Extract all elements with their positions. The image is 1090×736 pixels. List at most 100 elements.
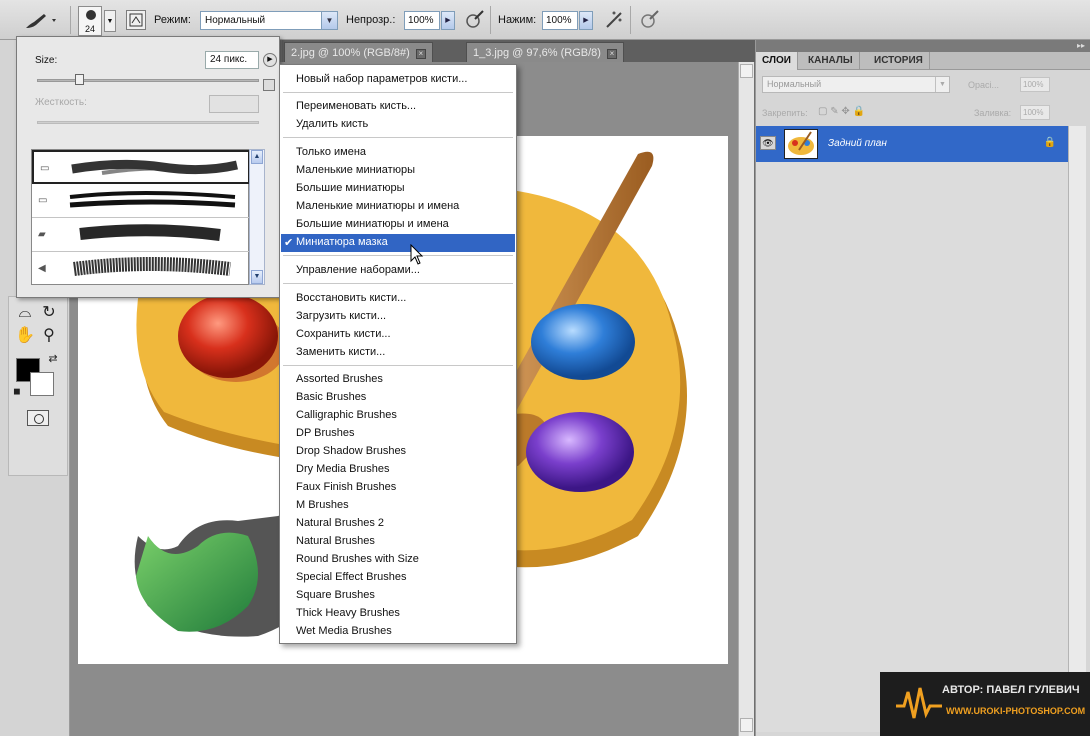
flow-input[interactable]: 100% (542, 11, 578, 30)
menu-item-small-list[interactable]: Маленькие миниатюры и имена (296, 200, 459, 212)
layer-blend-mode-select[interactable]: Нормальный ▼ (762, 76, 950, 93)
close-icon[interactable]: × (415, 49, 426, 59)
blend-mode-select[interactable]: Нормальный ▼ (200, 11, 338, 30)
separator (70, 6, 71, 34)
brush-stroke-thumbnail (69, 191, 236, 208)
menu-item-rename-brush[interactable]: Переименовать кисть... (296, 100, 416, 112)
tab-history[interactable]: ИСТОРИЯ (868, 52, 930, 70)
scroll-up-button[interactable]: ▲ (251, 150, 263, 164)
menu-item-text-only[interactable]: Только имена (296, 146, 366, 158)
menu-item-brush-set[interactable]: Dry Media Brushes (296, 463, 390, 475)
lock-icons[interactable]: ▢ ✎ ✥ 🔒 (818, 106, 865, 117)
toggle-brush-panel-button[interactable] (126, 10, 146, 30)
opacity-input[interactable]: 100% (404, 11, 440, 30)
menu-item-large-list[interactable]: Большие миниатюры и имена (296, 218, 449, 230)
menu-item-brush-set[interactable]: Natural Brushes 2 (296, 517, 384, 529)
brush-preset-item[interactable]: ▰ (32, 218, 250, 252)
hardness-slider-track[interactable] (37, 121, 259, 124)
new-preset-icon[interactable] (263, 79, 275, 91)
doc-tab-2[interactable]: 1_3.jpg @ 97,6% (RGB/8) × (466, 42, 624, 62)
default-colors-icon[interactable]: ◼ (6, 380, 28, 402)
separator (490, 6, 491, 34)
menu-item-brush-set[interactable]: Calligraphic Brushes (296, 409, 397, 421)
brush-preset-item[interactable]: ◀ (32, 252, 250, 286)
swap-colors-icon[interactable]: ⇄ (42, 348, 64, 370)
pressure-opacity-button[interactable] (463, 9, 485, 31)
menu-item-load-brushes[interactable]: Загрузить кисти... (296, 310, 386, 322)
menu-item-brush-set[interactable]: Round Brushes with Size (296, 553, 419, 565)
scroll-up-button[interactable] (740, 64, 753, 78)
lasso-tool-icon[interactable]: ⌓ (14, 302, 36, 324)
brush-picker-dropdown-button[interactable]: ▼ (104, 10, 116, 32)
menu-item-brush-set[interactable]: Wet Media Brushes (296, 625, 392, 637)
zoom-tool-icon[interactable]: ⚲ (38, 325, 60, 347)
separator (630, 6, 631, 34)
watermark-author: АВТОР: ПАВЕЛ ГУЛЕВИЧ (942, 684, 1080, 696)
tool-preset-picker[interactable] (20, 10, 60, 32)
menu-item-brush-set[interactable]: Assorted Brushes (296, 373, 383, 385)
menu-item-brush-set[interactable]: M Brushes (296, 499, 349, 511)
menu-item-save-brushes[interactable]: Сохранить кисти... (296, 328, 391, 340)
menu-item-brush-set[interactable]: Drop Shadow Brushes (296, 445, 406, 457)
close-icon[interactable]: × (606, 49, 617, 59)
layer-row-background[interactable]: 👁 Задний план 🔒 (756, 126, 1068, 162)
fill-input[interactable]: 100% (1020, 105, 1050, 120)
blend-mode-value: Нормальный (205, 15, 266, 26)
menu-item-brush-set[interactable]: Faux Finish Brushes (296, 481, 396, 493)
menu-item-brush-set[interactable]: Square Brushes (296, 589, 375, 601)
tab-layers[interactable]: СЛОИ (756, 52, 798, 70)
scroll-down-button[interactable]: ▼ (251, 270, 263, 284)
brush-preset-thumbnail[interactable]: 24 (78, 6, 102, 36)
menu-item-delete-brush[interactable]: Удалить кисть (296, 118, 368, 130)
chevron-down-icon: ▼ (935, 77, 949, 92)
menu-item-new-brush-preset[interactable]: Новый набор параметров кисти... (296, 73, 467, 85)
menu-separator (283, 92, 513, 93)
quick-mask-button[interactable] (27, 410, 49, 426)
brush-list-scrollbar[interactable]: ▲ ▼ (249, 149, 265, 285)
doc-tab-1[interactable]: 2.jpg @ 100% (RGB/8#) × (284, 42, 433, 62)
airbrush-button[interactable] (603, 9, 625, 31)
rotate-view-icon[interactable]: ↻ (38, 302, 60, 324)
hand-tool-icon[interactable]: ✋ (14, 325, 36, 347)
brush-dot-icon (86, 10, 96, 20)
hardness-input[interactable] (209, 95, 259, 113)
layers-scrollbar[interactable] (1068, 126, 1086, 732)
tab-channels[interactable]: КАНАЛЫ (802, 52, 860, 70)
menu-item-small-thumbnails[interactable]: Маленькие миниатюры (296, 164, 415, 176)
brush-stroke-list: ▭ ▭ ▰ ◀ (31, 149, 250, 286)
brush-preset-picker-popup: Size: 24 пикс. ▶ Жесткость: ▭ ▭ ▰ ◀ ▲ ▼ (16, 36, 280, 298)
watermark-site: WWW.UROKI-PHOTOSHOP.COM (946, 706, 1086, 716)
menu-item-brush-set[interactable]: DP Brushes (296, 427, 355, 439)
mode-label: Режим: (154, 14, 191, 26)
background-color-swatch[interactable] (30, 372, 54, 396)
brush-menu-button[interactable]: ▶ (263, 53, 277, 67)
brush-type-icon: ▭ (40, 163, 50, 174)
layer-opacity-input[interactable]: 100% (1020, 77, 1050, 92)
menu-item-stroke-thumbnail[interactable]: ✔ Миниатюра мазка (281, 234, 515, 252)
pressure-size-button[interactable] (638, 9, 660, 31)
menu-item-reset-brushes[interactable]: Восстановить кисти... (296, 292, 406, 304)
brush-panel-icon (129, 13, 143, 27)
brush-preset-item[interactable]: ▭ (32, 150, 250, 184)
scroll-down-button[interactable] (740, 718, 753, 732)
menu-item-preset-manager[interactable]: Управление наборами... (296, 264, 420, 276)
menu-item-brush-set[interactable]: Thick Heavy Brushes (296, 607, 400, 619)
canvas-vertical-scrollbar[interactable] (738, 62, 754, 736)
brush-preset-item[interactable]: ▭ (32, 184, 250, 218)
size-input[interactable]: 24 пикс. (205, 51, 259, 69)
fill-label: Заливка: (974, 108, 1012, 118)
menu-separator (283, 365, 513, 366)
layer-blend-mode-value: Нормальный (767, 79, 822, 89)
menu-item-brush-set[interactable]: Natural Brushes (296, 535, 375, 547)
opacity-slider-button[interactable]: ▶ (441, 11, 455, 30)
eye-icon[interactable]: 👁 (760, 136, 776, 150)
size-slider-thumb[interactable] (75, 74, 84, 85)
size-slider-track[interactable] (37, 79, 259, 82)
menu-item-replace-brushes[interactable]: Заменить кисти... (296, 346, 385, 358)
layer-opacity-label: Opaci... (968, 80, 1000, 90)
menu-item-large-thumbnails[interactable]: Большие миниатюры (296, 182, 405, 194)
menu-item-brush-set[interactable]: Basic Brushes (296, 391, 366, 403)
flow-slider-button[interactable]: ▶ (579, 11, 593, 30)
collapse-icon[interactable]: ▸▸ (1077, 41, 1085, 50)
menu-item-brush-set[interactable]: Special Effect Brushes (296, 571, 406, 583)
